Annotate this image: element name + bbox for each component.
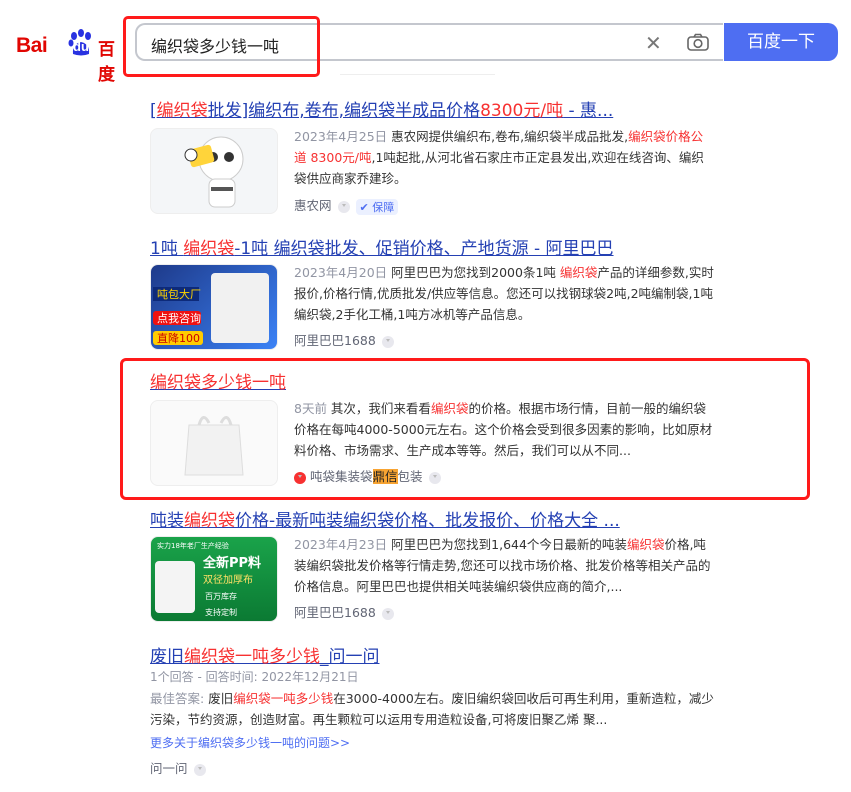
result-thumbnail[interactable]: 吨包大厂 点我咨询 直降100 bbox=[150, 264, 278, 350]
logo-text-bai: Bai bbox=[16, 34, 48, 57]
result-thumbnail[interactable]: 实力18年老厂生产经验 全新PP料 双径加厚布 百万库存 支持定制 bbox=[150, 536, 278, 622]
result-thumbnail[interactable] bbox=[150, 128, 278, 214]
result-abstract: 2023年4月23日 阿里巴巴为您找到1,644个今日最新的吨装编织袋价格,吨装… bbox=[294, 537, 711, 594]
chevron-down-icon[interactable] bbox=[337, 200, 350, 213]
result-source[interactable]: 惠农网 ✔ 保障 bbox=[294, 195, 399, 215]
chevron-down-icon[interactable] bbox=[381, 607, 394, 620]
camera-icon[interactable] bbox=[687, 33, 709, 51]
result-title[interactable]: 吨装编织袋价格-最新吨装编织袋价格、批发报价、价格大全 ... bbox=[150, 506, 850, 531]
chevron-down-icon[interactable] bbox=[381, 335, 394, 348]
result-source[interactable]: 阿里巴巴1688 bbox=[294, 602, 394, 621]
bag-image: 实力18年老厂生产经验 全新PP料 双径加厚布 百万库存 支持定制 bbox=[155, 541, 261, 617]
thumb-label: 点我咨询 bbox=[157, 311, 201, 325]
result-abstract: 2023年4月25日 惠农网提供编织布,卷布,编织袋半成品批发,编织袋价格公道 … bbox=[294, 129, 704, 186]
thumb-label: 百万库存 bbox=[205, 591, 237, 601]
thumb-label: 双径加厚布 bbox=[203, 573, 253, 586]
result-abstract: 最佳答案: 废旧编织袋一吨多少钱在3000-4000左右。废旧编织袋回收后可再生… bbox=[150, 691, 714, 727]
result-card: 废旧编织袋一吨多少钱_问一问 1个回答 - 回答时间: 2022年12月21日 … bbox=[150, 642, 850, 776]
more-questions-link[interactable]: 更多关于编织袋多少钱一吨的问题>> bbox=[150, 734, 350, 751]
result-card: [编织袋批发]编织布,卷布,编织袋半成品价格8300元/吨 - 惠... 202… bbox=[150, 96, 850, 215]
search-button[interactable]: 百度一下 bbox=[724, 23, 838, 61]
result-abstract: 2023年4月20日 阿里巴巴为您找到2000条1吨 编织袋产品的详细参数,实时… bbox=[294, 265, 714, 322]
thumb-label: 支持定制 bbox=[205, 607, 237, 617]
result-source[interactable]: 阿里巴巴1688 bbox=[294, 330, 394, 349]
thumb-label: 实力18年老厂生产经验 bbox=[157, 541, 229, 550]
result-source[interactable]: 问一问 bbox=[150, 758, 206, 777]
result-card: 1吨 编织袋-1吨 编织袋批发、促销价格、产地货源 - 阿里巴巴 吨包大厂 点我… bbox=[150, 234, 850, 350]
close-icon[interactable]: ✕ bbox=[645, 31, 662, 55]
answer-meta: 1个回答 - 回答时间: 2022年12月21日 bbox=[150, 670, 359, 684]
baidu-logo[interactable]: Bai du 百度 bbox=[16, 26, 120, 85]
thumb-label: 吨包大厂 bbox=[157, 287, 201, 301]
thumb-label: 全新PP料 bbox=[202, 555, 261, 571]
annotation-box-search bbox=[123, 16, 320, 77]
logo-text-baidu: 百度 bbox=[98, 40, 115, 85]
guarantee-badge: ✔ 保障 bbox=[355, 198, 399, 215]
result-card: 吨装编织袋价格-最新吨装编织袋价格、批发报价、价格大全 ... 实力18年老厂生… bbox=[150, 506, 850, 622]
thumb-label: 直降100 bbox=[157, 331, 200, 345]
annotation-box-result bbox=[120, 358, 810, 500]
divider bbox=[340, 74, 495, 75]
bag-image: 吨包大厂 点我咨询 直降100 bbox=[153, 273, 269, 345]
chevron-down-icon[interactable] bbox=[193, 763, 206, 776]
robot-mascot-image bbox=[184, 136, 244, 208]
logo-text-du: du bbox=[73, 39, 89, 54]
result-title[interactable]: 废旧编织袋一吨多少钱_问一问 bbox=[150, 642, 850, 667]
result-title[interactable]: [编织袋批发]编织布,卷布,编织袋半成品价格8300元/吨 - 惠... bbox=[150, 96, 850, 121]
result-title[interactable]: 1吨 编织袋-1吨 编织袋批发、促销价格、产地货源 - 阿里巴巴 bbox=[150, 234, 850, 259]
